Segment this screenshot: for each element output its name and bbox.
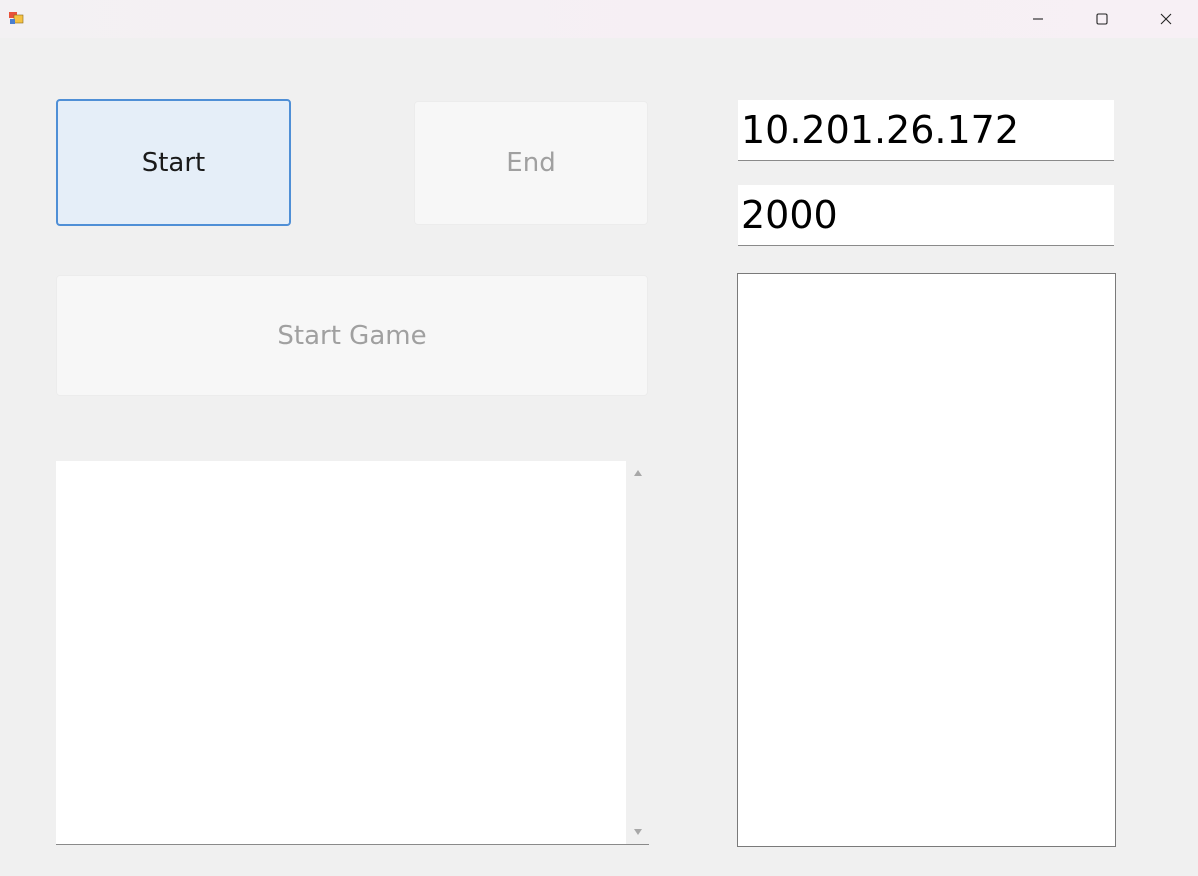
title-bar — [0, 0, 1198, 38]
start-button[interactable]: Start — [56, 99, 291, 226]
start-game-button[interactable]: Start Game — [56, 275, 648, 396]
end-button[interactable]: End — [414, 101, 648, 225]
maximize-button[interactable] — [1070, 0, 1134, 38]
minimize-icon — [1033, 18, 1043, 20]
close-button[interactable] — [1134, 0, 1198, 38]
player-list-box[interactable] — [737, 273, 1116, 847]
port-value: 2000 — [741, 193, 838, 237]
maximize-icon — [1096, 13, 1108, 25]
scroll-down-icon — [633, 829, 642, 835]
ip-address-field[interactable]: 10.201.26.172 — [738, 100, 1114, 161]
log-textarea[interactable] — [56, 461, 649, 845]
ip-address-value: 10.201.26.172 — [741, 108, 1020, 152]
start-button-label: Start — [141, 147, 206, 178]
port-field[interactable]: 2000 — [738, 185, 1114, 246]
scroll-down-button[interactable] — [626, 820, 649, 844]
start-game-button-label: Start Game — [277, 320, 427, 351]
app-icon[interactable] — [8, 10, 24, 26]
scroll-up-button[interactable] — [626, 461, 649, 485]
end-button-label: End — [506, 148, 556, 178]
log-scrollbar[interactable] — [626, 461, 649, 844]
close-icon — [1160, 13, 1172, 25]
minimize-button[interactable] — [1006, 0, 1070, 38]
scroll-up-icon — [633, 470, 642, 476]
